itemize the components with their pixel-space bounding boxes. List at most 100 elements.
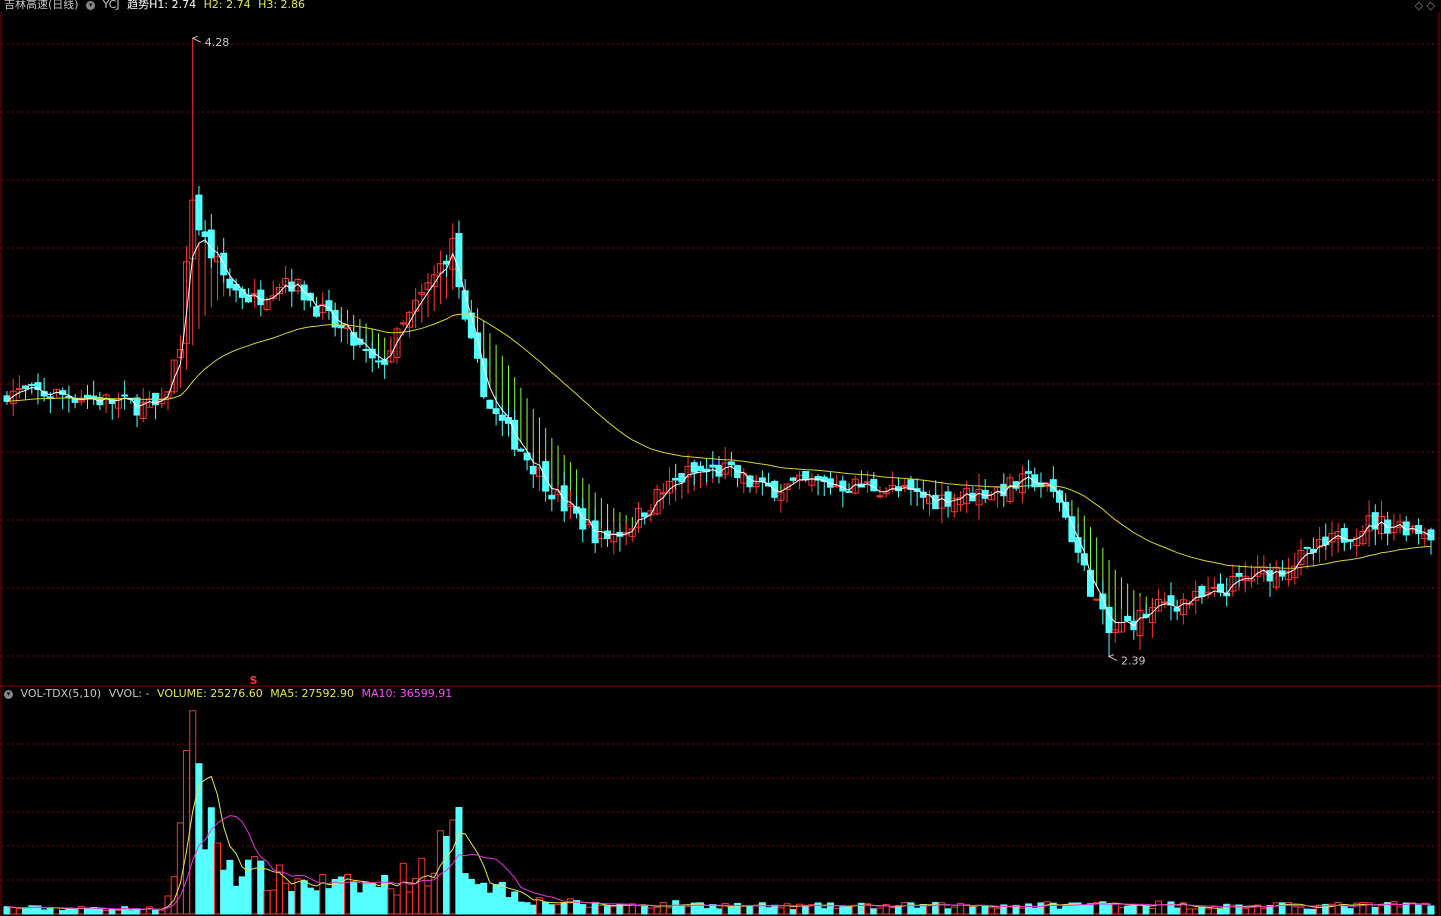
volume-bar (498, 881, 506, 915)
volume-bar (560, 902, 568, 915)
candle-body (28, 383, 36, 386)
candle-body (802, 470, 810, 481)
volume-bar (474, 884, 482, 915)
volume-bar (504, 897, 512, 915)
candle-body (1384, 519, 1392, 534)
volume-bar (771, 904, 779, 915)
volume-bar (579, 904, 587, 915)
volume-bar (480, 882, 488, 915)
volume-bar (22, 907, 30, 915)
panel-control-icons[interactable]: ◇ ◇ (1415, 0, 1435, 12)
volume-bar (374, 886, 382, 915)
volume-bar (381, 874, 389, 915)
stock-chart: 4.28 2.39 S (0, 0, 1441, 916)
volume-bar (517, 901, 525, 915)
volume-bar (244, 859, 252, 915)
candle-body (771, 480, 779, 498)
volume-bar (121, 906, 129, 915)
volume-bar (1062, 904, 1070, 915)
candle-body (1062, 501, 1070, 518)
candle-body (1025, 471, 1033, 474)
vvol-value: VVOL: - (108, 687, 150, 700)
candle-body (696, 465, 704, 472)
volume-bar (1056, 908, 1064, 915)
trend-h1-value: 趋势H1: 2.74 (127, 0, 197, 11)
candle-body (1210, 586, 1218, 589)
volume-bar (523, 902, 531, 915)
volume-bar (511, 891, 519, 915)
indicator-toggle-icon[interactable]: ▾ (86, 0, 96, 10)
candle-body (1173, 607, 1181, 612)
volume-bar (913, 907, 921, 915)
candle-body (709, 464, 717, 468)
volume-bar (870, 908, 878, 915)
volume-bar (1309, 908, 1317, 915)
volume-bar (814, 902, 822, 915)
volume-value: VOLUME: 25276.60 (157, 687, 263, 700)
volume-bar (238, 876, 246, 915)
candle-body (313, 306, 321, 317)
volume-bar (604, 905, 612, 915)
candle-body (15, 388, 23, 391)
candle-body (690, 462, 698, 473)
candle-body (901, 485, 909, 488)
volume-bar (1142, 905, 1150, 915)
candle-body (337, 324, 345, 329)
volume-bar (288, 891, 296, 915)
volume-bar (152, 909, 160, 915)
candle-body (486, 399, 494, 409)
volume-bar (362, 881, 370, 915)
volume-bar (1173, 907, 1181, 915)
volume-bar (257, 860, 265, 915)
candle-body (789, 477, 797, 481)
volume-bar (306, 887, 314, 915)
candle-body (727, 461, 735, 466)
candle-body (480, 358, 488, 398)
candle-body (195, 194, 203, 231)
candle-body (981, 489, 989, 499)
volume-bar (207, 807, 215, 915)
volume-bar (1216, 908, 1224, 915)
volume-bar (1223, 903, 1231, 915)
candle-body (1031, 474, 1039, 488)
candle-body (226, 278, 234, 289)
volume-bar (1105, 903, 1113, 915)
volume-bar (1080, 905, 1088, 915)
volume-bar (232, 885, 240, 915)
candle-body (517, 448, 525, 452)
volume-bar (789, 909, 797, 915)
candle-body (1235, 573, 1243, 577)
volume-bar (1167, 901, 1175, 915)
candle-body (659, 492, 667, 495)
volume-bar (40, 909, 48, 915)
volume-bar (1371, 906, 1379, 915)
candle-body (201, 231, 209, 237)
candle-body (839, 480, 847, 492)
volume-bar (59, 910, 67, 915)
volume-bar (325, 888, 333, 915)
volume-bar (1415, 904, 1423, 915)
candle-body (548, 494, 556, 500)
chart-background (0, 0, 1441, 916)
volume-bar (461, 873, 469, 915)
volume-bar (1031, 907, 1039, 915)
candle-body (22, 385, 30, 389)
candle-body (1105, 606, 1113, 634)
candle-body (207, 229, 215, 259)
stock-title[interactable]: 吉林高速(日线) (4, 0, 79, 11)
candle-body (121, 394, 129, 397)
volume-bar (1124, 905, 1132, 915)
volume-bar (356, 892, 364, 915)
volume-bar (368, 883, 376, 915)
price-panel-header: 吉林高速(日线) ▾ YCJ 趋势H1: 2.74 H2: 2.74 H3: 2… (4, 0, 309, 11)
volume-toggle-icon[interactable]: ▾ (4, 689, 13, 699)
candle-body (1167, 595, 1175, 606)
volume-bar (709, 904, 717, 915)
volume-bar (3, 906, 11, 915)
volume-indicator-name[interactable]: VOL-TDX(5,10) (21, 687, 102, 700)
candle-body (529, 465, 537, 475)
volume-bar (746, 905, 754, 915)
h2-value: H2: 2.74 (203, 0, 251, 11)
volume-bar (969, 906, 977, 915)
candle-body (399, 322, 407, 325)
